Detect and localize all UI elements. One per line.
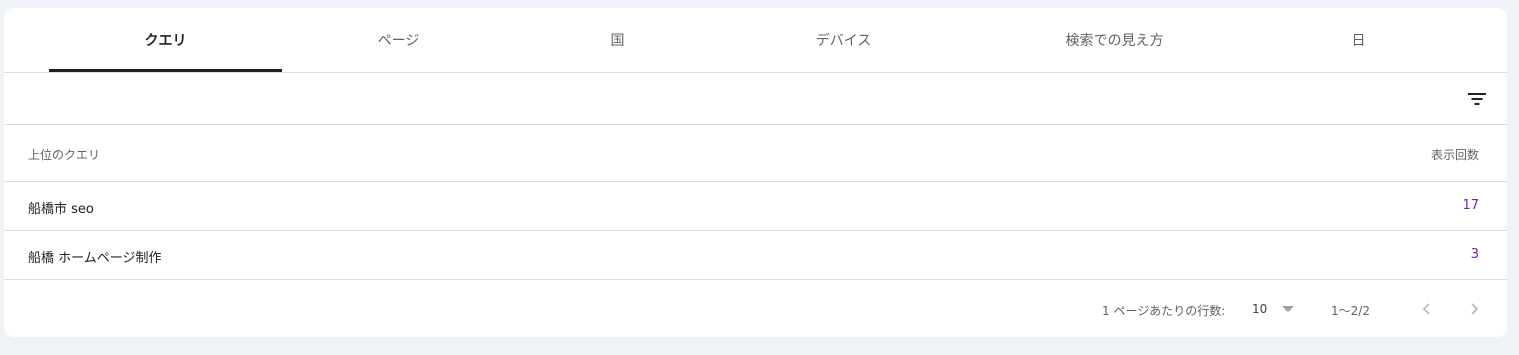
- filter-button[interactable]: [1461, 83, 1493, 115]
- performance-card: クエリ ページ 国 デバイス 検索での見え方 日 上位のクエリ 表示回数 船橋市…: [4, 8, 1507, 337]
- chevron-left-icon: [1422, 303, 1430, 315]
- filter-bar: [4, 73, 1507, 125]
- table-row[interactable]: 船橋市 seo 17: [4, 182, 1507, 231]
- previous-page-button[interactable]: [1412, 294, 1442, 324]
- filter-list-icon: [1468, 93, 1486, 105]
- query-cell: 船橋市 seo: [28, 202, 94, 217]
- rows-per-page-value: 10: [1252, 302, 1268, 316]
- column-header-queries[interactable]: 上位のクエリ: [28, 146, 100, 163]
- impressions-cell: 3: [1470, 247, 1479, 262]
- chevron-right-icon: [1471, 303, 1479, 315]
- rows-per-page-label: 1 ページあたりの行数:: [1102, 304, 1226, 318]
- dropdown-caret-icon: [1282, 306, 1294, 312]
- next-page-button[interactable]: [1459, 294, 1489, 324]
- active-tab-indicator: [49, 69, 282, 72]
- tab-countries[interactable]: 国: [501, 8, 734, 72]
- tab-devices[interactable]: デバイス: [727, 8, 960, 72]
- page-range: 1〜2/2: [1331, 304, 1370, 318]
- tab-queries[interactable]: クエリ: [49, 8, 282, 72]
- tab-pages[interactable]: ページ: [282, 8, 515, 72]
- query-cell: 船橋 ホームページ制作: [28, 251, 162, 266]
- tab-dates[interactable]: 日: [1242, 8, 1475, 72]
- column-header-impressions[interactable]: 表示回数: [1431, 146, 1479, 163]
- pagination: 1 ページあたりの行数: 10 1〜2/2: [4, 280, 1507, 337]
- impressions-cell: 17: [1462, 198, 1479, 213]
- table-row[interactable]: 船橋 ホームページ制作 3: [4, 231, 1507, 280]
- rows-per-page-select[interactable]: 10: [1252, 297, 1302, 321]
- tab-search-appearance[interactable]: 検索での見え方: [998, 8, 1231, 72]
- dimension-tabs: クエリ ページ 国 デバイス 検索での見え方 日: [4, 8, 1507, 73]
- table-header: 上位のクエリ 表示回数: [4, 125, 1507, 182]
